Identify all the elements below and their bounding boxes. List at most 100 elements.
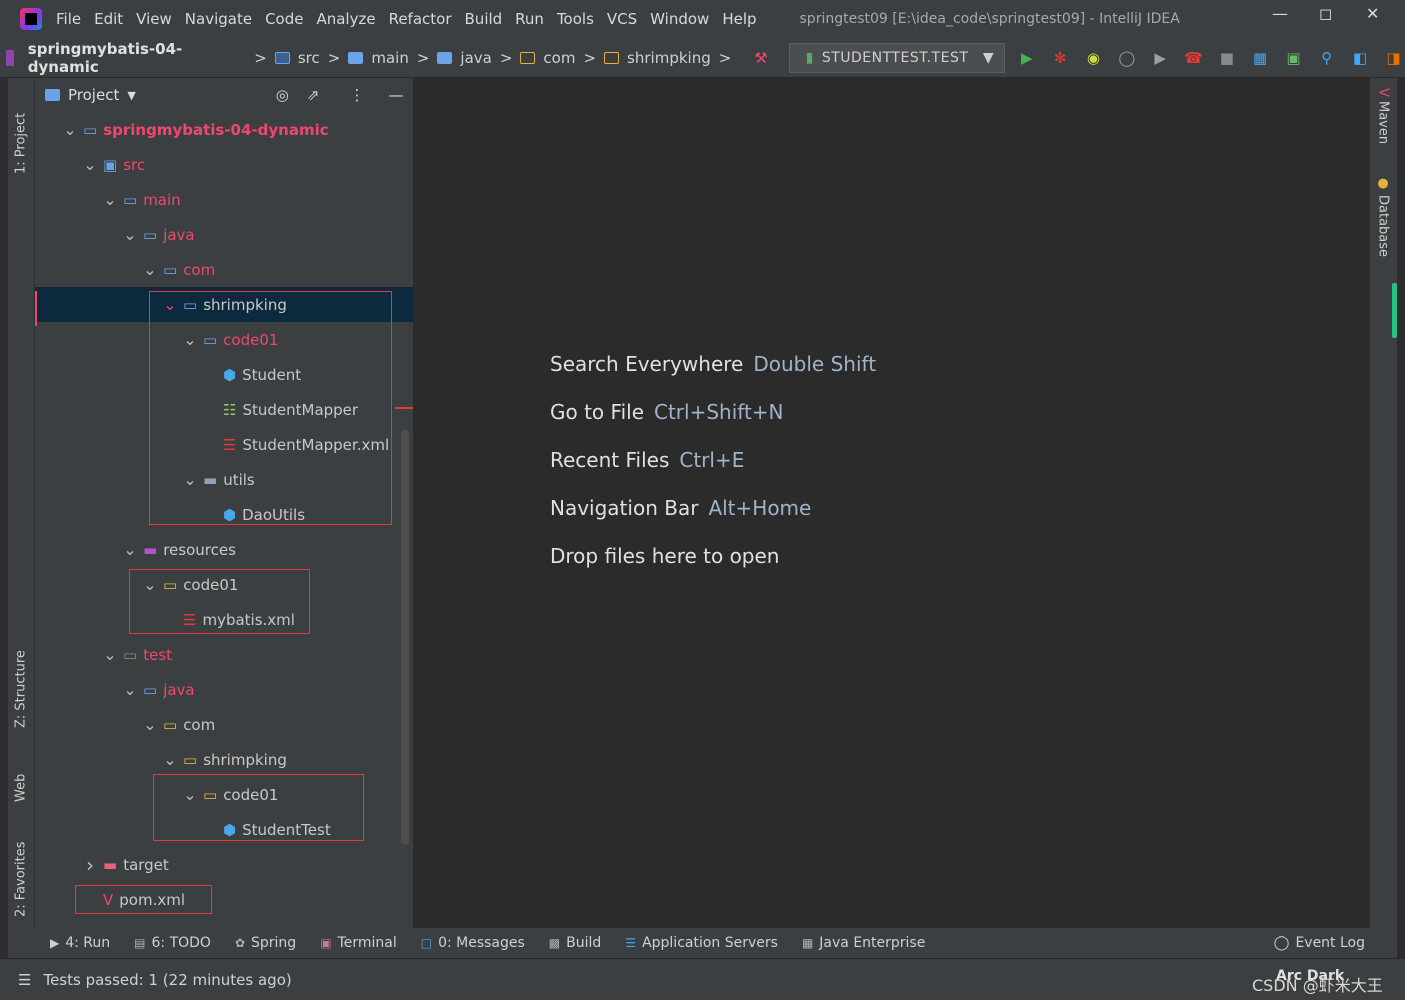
toolwindow-spring[interactable]: ✿ Spring — [235, 935, 296, 951]
chevron-down-icon[interactable]: ⌄ — [123, 226, 137, 242]
menu-code[interactable]: Code — [265, 10, 303, 28]
toolwindow-messages[interactable]: □ 0: Messages — [421, 935, 525, 951]
folder-icon: ▭ — [123, 190, 138, 209]
tab-structure-label: Z: Structure — [13, 650, 29, 728]
menu-help[interactable]: Help — [722, 10, 756, 28]
project-folder-icon — [45, 89, 60, 101]
toolwindow-label: 0: Messages — [438, 935, 525, 951]
test-folder-icon: ▭ — [123, 645, 138, 664]
chevron-down-icon[interactable]: ⌄ — [103, 646, 117, 662]
tree-item[interactable]: ⌄ ▣ src — [35, 147, 413, 182]
breadcrumb-main[interactable]: main > — [348, 49, 429, 67]
profile-icon[interactable]: ◯ — [1115, 46, 1138, 70]
database-icon: ● — [1375, 176, 1391, 191]
debug-icon[interactable]: ✻ — [1048, 46, 1071, 70]
menu-navigate[interactable]: Navigate — [185, 10, 252, 28]
toolwindow-java-enterprise[interactable]: ▦ Java Enterprise — [802, 935, 925, 951]
layers-icon[interactable]: ☰ — [18, 971, 31, 989]
chevron-down-icon[interactable]: ⌄ — [163, 751, 177, 767]
coverage-icon[interactable]: ◉ — [1082, 46, 1105, 70]
menu-window[interactable]: Window — [650, 10, 709, 28]
package-icon: ▭ — [183, 750, 198, 769]
menu-view[interactable]: View — [136, 10, 172, 28]
maximize-icon[interactable]: ◻ — [1319, 4, 1332, 23]
test-tube-icon: ▮ — [805, 49, 814, 66]
translate-icon[interactable]: ◧ — [1348, 46, 1371, 70]
toolwindow-terminal[interactable]: ▣ Terminal — [320, 935, 397, 951]
tree-item[interactable]: ⌄ ▭ springmybatis-04-dynamic — [35, 112, 413, 147]
menu-edit[interactable]: Edit — [94, 10, 123, 28]
tab-project[interactable]: 1: Project — [8, 84, 34, 174]
chevron-right-icon[interactable]: › — [83, 853, 97, 877]
menu-tools[interactable]: Tools — [557, 10, 594, 28]
tree-item[interactable]: ⌄ ▭ main — [35, 182, 413, 217]
tree-item[interactable]: ⌄ ▭ com — [35, 707, 413, 742]
tree-scrollbar[interactable] — [401, 430, 409, 845]
locate-icon[interactable]: ◎ — [276, 86, 289, 104]
attach-debugger-icon[interactable]: ☎ — [1182, 46, 1205, 70]
toolwindow-application-servers[interactable]: ☰ Application Servers — [625, 935, 778, 951]
breadcrumb-src[interactable]: src > — [274, 49, 340, 67]
tree-item[interactable]: ⌄ ▭ java — [35, 217, 413, 252]
chevron-down-icon[interactable]: ▼ — [127, 89, 135, 102]
tree-item[interactable]: › ▬ target — [35, 847, 413, 882]
error-stripe — [395, 407, 413, 409]
toolwindow-event-log[interactable]: ◯ Event Log — [1274, 935, 1365, 951]
toolwindow-label: Event Log — [1295, 935, 1365, 951]
breadcrumb-com[interactable]: com > — [520, 49, 596, 67]
tree-item[interactable]: ⌄ ▭ java — [35, 672, 413, 707]
terminal-icon[interactable]: ▣ — [1282, 46, 1305, 70]
chevron-down-icon[interactable]: ⌄ — [123, 681, 137, 697]
hammer-icon[interactable]: ⚒ — [749, 46, 772, 70]
tab-web[interactable]: Web — [8, 750, 34, 802]
breadcrumb-java[interactable]: java > — [437, 49, 512, 67]
search-icon[interactable]: ⚲ — [1315, 46, 1338, 70]
todo-icon: ▤ — [134, 936, 146, 950]
minimize-icon[interactable]: — — [1272, 4, 1288, 23]
tree-item[interactable]: ⌄ ▭ shrimpking — [35, 742, 413, 777]
tree-item[interactable]: ⌄ ▭ com — [35, 252, 413, 287]
menu-analyze[interactable]: Analyze — [316, 10, 375, 28]
collapse-all-icon[interactable]: ⇗ — [307, 86, 320, 104]
chevron-down-icon[interactable]: ⌄ — [123, 541, 137, 557]
run-icon[interactable]: ▶ — [1015, 46, 1038, 70]
chevron-down-icon[interactable]: ⌄ — [143, 716, 157, 732]
menu-file[interactable]: File — [56, 10, 81, 28]
tab-database[interactable]: ● Database — [1370, 176, 1396, 257]
translate-alt-icon[interactable]: ◨ — [1382, 46, 1405, 70]
run-configuration-select[interactable]: ▮ STUDENTTEST.TEST ▼ — [788, 42, 1006, 73]
chevron-down-icon[interactable]: ⌄ — [83, 156, 97, 172]
editor-area[interactable]: Search Everywhere Double Shift Go to File… — [413, 78, 1370, 928]
menu-vcs[interactable]: VCS — [607, 10, 637, 28]
chevron-down-icon[interactable]: ⌄ — [143, 261, 157, 277]
menu-run[interactable]: Run — [515, 10, 544, 28]
toolwindow-build[interactable]: ▩ Build — [549, 935, 602, 951]
toolwindow-label: Terminal — [337, 935, 397, 951]
tree-item-label: resources — [163, 540, 236, 559]
hide-panel-icon[interactable]: — — [388, 86, 403, 104]
breadcrumb-label: main — [371, 48, 409, 67]
project-structure-icon[interactable]: ▦ — [1248, 46, 1271, 70]
tree-item[interactable]: ⌄ ▬ resources — [35, 532, 413, 567]
menu-build[interactable]: Build — [465, 10, 503, 28]
tab-structure[interactable]: Z: Structure — [8, 628, 34, 728]
stop-icon[interactable]: ■ — [1215, 46, 1238, 70]
tree-item[interactable]: ⌄ ▭ test — [35, 637, 413, 672]
toolwindow-label: Java Enterprise — [819, 935, 926, 951]
more-options-icon[interactable]: ⋮ — [349, 86, 364, 104]
chevron-down-icon[interactable]: ⌄ — [63, 121, 77, 137]
menu-refactor[interactable]: Refactor — [389, 10, 452, 28]
hint-label: Navigation Bar — [550, 496, 699, 520]
toolwindow-todo[interactable]: ▤ 6: TODO — [134, 935, 211, 951]
breadcrumb-module[interactable]: springmybatis-04-dynamic > — [28, 40, 267, 76]
run-disabled-icon[interactable]: ▶ — [1148, 46, 1171, 70]
chevron-down-icon[interactable]: ⌄ — [103, 191, 117, 207]
breadcrumb-label: com — [543, 48, 576, 67]
project-view-label[interactable]: Project — [68, 86, 119, 104]
hint-shortcut: Ctrl+Shift+N — [654, 400, 784, 424]
tab-maven[interactable]: V Maven — [1370, 88, 1396, 163]
breadcrumb-shrimpking[interactable]: shrimpking > — [604, 49, 731, 67]
toolwindow-run[interactable]: ▶ 4: Run — [50, 935, 110, 951]
close-icon[interactable]: ✕ — [1366, 4, 1379, 23]
tab-favorites[interactable]: 2: Favorites — [8, 822, 34, 917]
